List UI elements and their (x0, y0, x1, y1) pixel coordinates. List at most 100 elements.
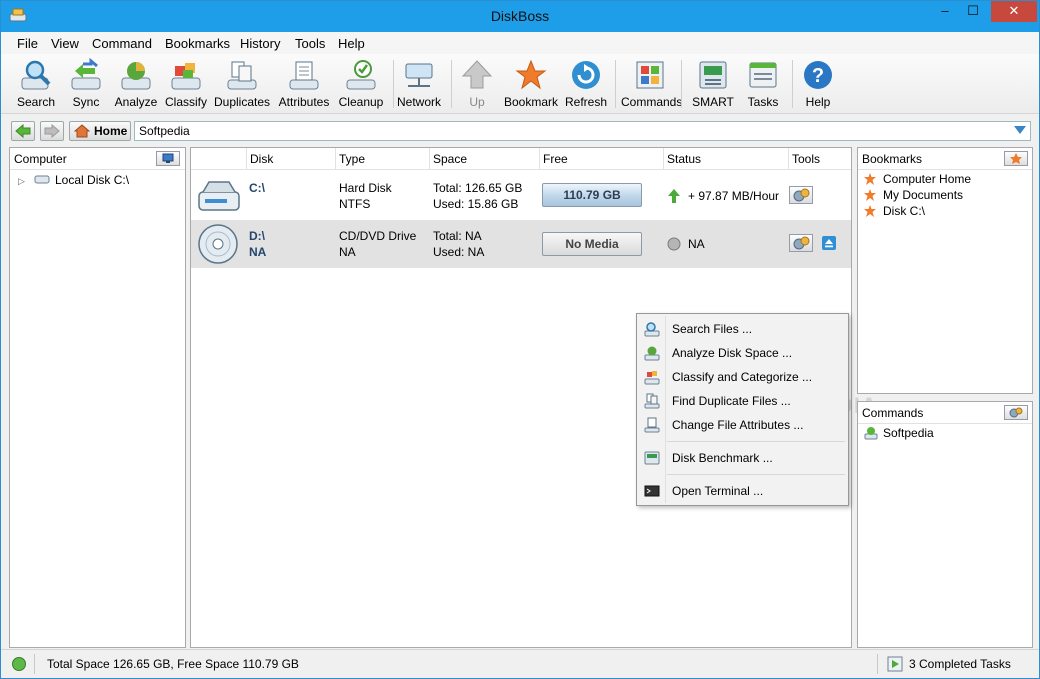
commands-panel: Commands Softpedia (857, 401, 1033, 648)
disk-name: C:\ (249, 181, 265, 195)
computer-panel: Computer ▷ Local Disk C:\ (9, 147, 186, 648)
status-separator (877, 654, 878, 674)
context-menu-separator (667, 474, 845, 475)
disk-tools-button[interactable] (789, 234, 813, 252)
star-icon (864, 205, 876, 217)
minimize-button[interactable]: – (931, 1, 959, 22)
disk-status: + 97.87 MB/Hour (688, 189, 780, 203)
context-classify-categorize[interactable]: Classify and Categorize ... (637, 366, 848, 388)
menu-tools[interactable]: Tools (295, 36, 325, 51)
column-tools[interactable]: Tools (792, 152, 820, 166)
cleanup-button[interactable]: Cleanup (332, 58, 390, 112)
sync-icon (71, 58, 101, 90)
disk-tools-button[interactable] (789, 186, 813, 204)
status-space-text: Total Space 126.65 GB, Free Space 110.79… (47, 657, 299, 671)
menu-help[interactable]: Help (338, 36, 365, 51)
context-menu-separator (667, 441, 845, 442)
maximize-button[interactable]: ☐ (959, 1, 987, 22)
tree-expander-icon[interactable]: ▷ (18, 176, 25, 186)
back-button[interactable] (11, 121, 35, 141)
context-search-files[interactable]: Search Files ... (637, 318, 848, 340)
status-ok-icon (12, 657, 26, 671)
disk-total-space: Total: NA (433, 229, 482, 243)
computer-panel-header: Computer (10, 148, 185, 170)
context-disk-benchmark[interactable]: Disk Benchmark ... (637, 447, 848, 469)
bookmarks-panel-header: Bookmarks (858, 148, 1032, 170)
disk-total-space: Total: 126.65 GB (433, 181, 523, 195)
status-tasks-text[interactable]: 3 Completed Tasks (909, 657, 1011, 671)
context-find-duplicates[interactable]: Find Duplicate Files ... (637, 390, 848, 412)
eject-button[interactable] (822, 236, 836, 250)
toolbar-separator (681, 60, 682, 108)
column-free[interactable]: Free (543, 152, 568, 166)
disk-status: NA (688, 237, 705, 251)
commands-icon (636, 61, 664, 89)
monitor-icon (162, 153, 174, 163)
home-icon (74, 124, 90, 138)
command-label: Softpedia (883, 426, 934, 440)
help-button[interactable]: ? Help (789, 58, 847, 112)
context-open-terminal[interactable]: Open Terminal ... (637, 480, 848, 502)
bookmark-label: Disk C:\ (883, 204, 925, 218)
tasks-play-icon[interactable] (887, 656, 903, 672)
menu-view[interactable]: View (51, 36, 79, 51)
classify-button[interactable]: Classify (157, 58, 215, 112)
menu-bookmarks[interactable]: Bookmarks (165, 36, 230, 51)
table-row[interactable]: D:\ NA CD/DVD Drive NA Total: NA Used: N… (191, 220, 851, 268)
forward-button[interactable] (40, 121, 64, 141)
tree-item-local-disk-c[interactable]: ▷ Local Disk C:\ (18, 173, 129, 187)
gray-circle-icon (667, 237, 681, 251)
help-icon: ? (804, 61, 832, 89)
computer-panel-title: Computer (14, 152, 67, 166)
column-status[interactable]: Status (667, 152, 701, 166)
bookmark-button[interactable]: Bookmark (502, 58, 560, 112)
gears-icon (793, 236, 810, 250)
network-button[interactable]: Network (390, 58, 448, 112)
address-input[interactable]: Softpedia (134, 121, 1031, 141)
column-disk[interactable]: Disk (250, 152, 273, 166)
table-row[interactable]: C:\ Hard Disk NTFS Total: 126.65 GB Used… (191, 172, 851, 220)
network-icon (405, 63, 433, 87)
menu-command[interactable]: Command (92, 36, 152, 51)
star-icon (864, 173, 876, 185)
attributes-icon (644, 417, 660, 433)
up-button[interactable]: Up (448, 58, 506, 112)
close-button[interactable]: ✕ (991, 1, 1037, 22)
computer-panel-button[interactable] (156, 151, 180, 166)
attributes-button[interactable]: Attributes (275, 58, 333, 112)
column-separator (663, 148, 664, 170)
menu-file[interactable]: File (17, 36, 38, 51)
column-separator (539, 148, 540, 170)
disk-name: D:\ (249, 229, 265, 243)
commands-button[interactable]: Commands (621, 58, 682, 112)
column-separator (246, 148, 247, 170)
home-button[interactable]: Home (69, 121, 131, 141)
app-window: DiskBoss – ☐ ✕ File View Command Bookmar… (0, 0, 1040, 679)
cleanup-icon (346, 60, 376, 90)
refresh-icon (572, 61, 600, 89)
chevron-down-icon[interactable] (1014, 126, 1026, 134)
disk-type: Hard Disk (339, 181, 392, 195)
tasks-button[interactable]: Tasks (734, 58, 792, 112)
tasks-icon (749, 62, 777, 88)
menu-history[interactable]: History (240, 36, 280, 51)
benchmark-icon (644, 451, 660, 465)
column-type[interactable]: Type (339, 152, 365, 166)
refresh-button[interactable]: Refresh (557, 58, 615, 112)
context-analyze-disk-space[interactable]: Analyze Disk Space ... (637, 342, 848, 364)
duplicates-button[interactable]: Duplicates (213, 58, 271, 112)
column-space[interactable]: Space (433, 152, 467, 166)
bookmarks-title: Bookmarks (862, 152, 923, 166)
add-bookmark-button[interactable] (1004, 151, 1028, 166)
address-value: Softpedia (139, 124, 190, 138)
context-change-attributes[interactable]: Change File Attributes ... (637, 414, 848, 436)
back-arrow-icon (15, 123, 31, 139)
forward-arrow-icon (44, 123, 60, 139)
commands-panel-button[interactable] (1004, 405, 1028, 420)
classify-icon (644, 371, 660, 385)
hard-disk-icon (34, 175, 50, 184)
bookmarks-panel: Bookmarks Computer Home My Documents Dis… (857, 147, 1033, 394)
title-bar[interactable]: DiskBoss – ☐ ✕ (1, 1, 1039, 32)
column-separator (335, 148, 336, 170)
disk-sub: NA (249, 245, 267, 259)
